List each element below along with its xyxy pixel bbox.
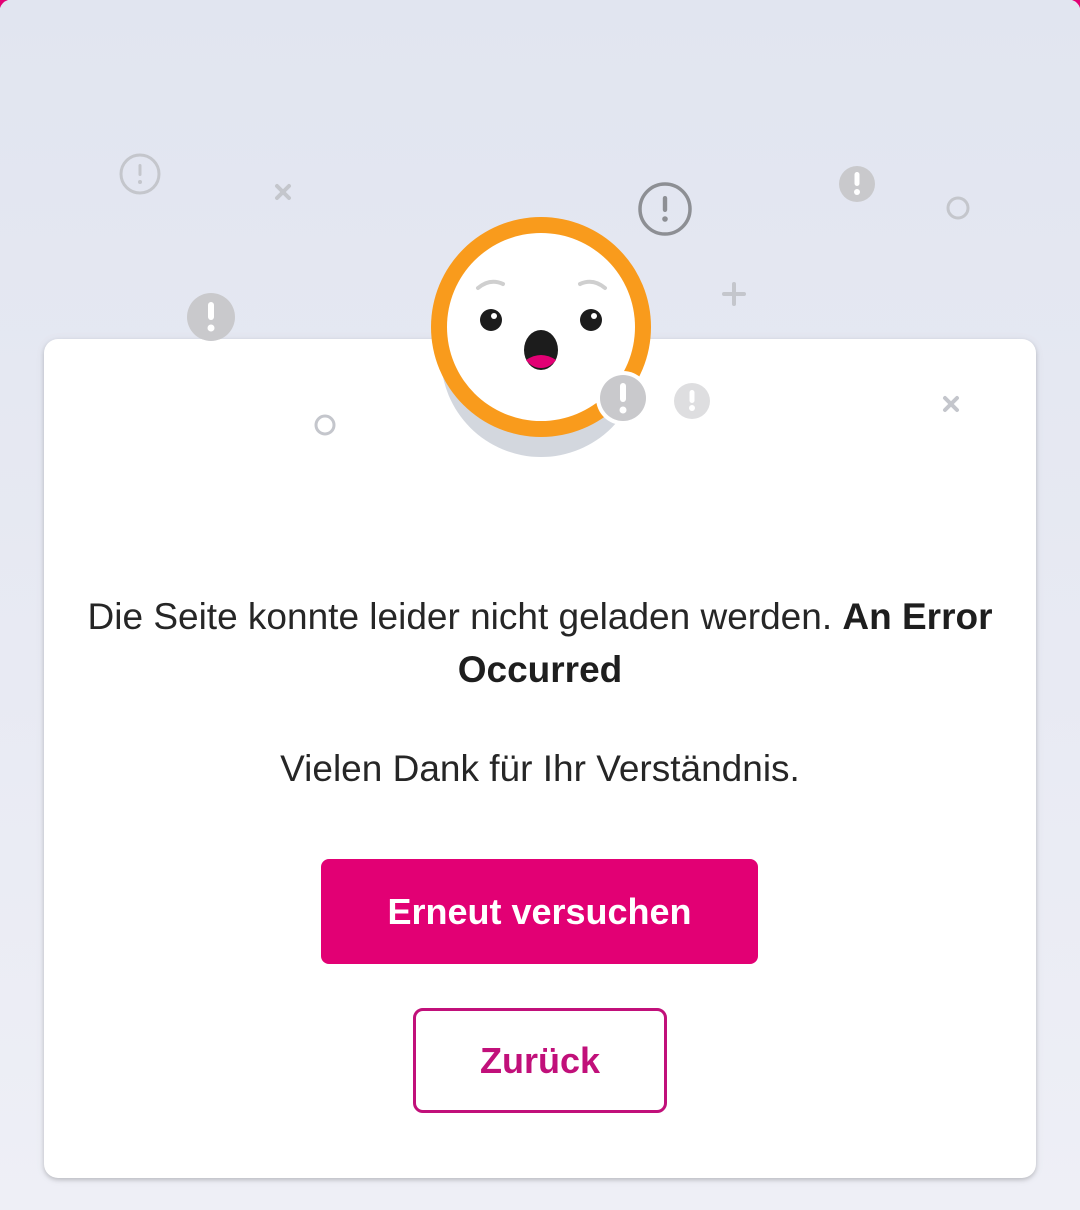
plus-icon — [722, 282, 746, 306]
exclamation-badge-icon — [839, 166, 875, 202]
thanks-message: Vielen Dank für Ihr Verständnis. — [280, 748, 800, 789]
error-message: Die Seite konnte leider nicht geladen we… — [60, 590, 1020, 696]
error-illustration — [119, 153, 970, 457]
surprised-face-icon — [431, 217, 651, 457]
exclamation-circle-icon — [638, 182, 692, 236]
error-description: Die Seite konnte leider nicht geladen we… — [87, 596, 833, 637]
small-x-icon — [275, 184, 291, 200]
exclamation-badge-icon — [674, 383, 710, 419]
small-circle-icon — [946, 196, 970, 220]
exclamation-circle-icon — [119, 153, 161, 195]
small-x-icon — [943, 396, 959, 412]
retry-button[interactable]: Erneut versuchen — [321, 859, 758, 964]
back-button[interactable]: Zurück — [413, 1008, 667, 1113]
exclamation-badge-icon — [187, 293, 235, 341]
small-circle-icon — [314, 414, 336, 436]
